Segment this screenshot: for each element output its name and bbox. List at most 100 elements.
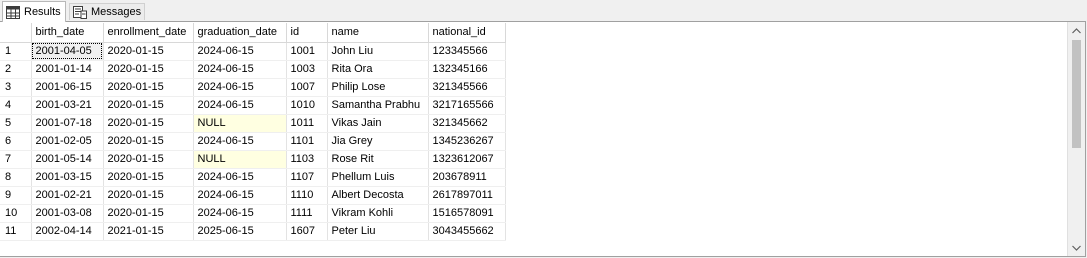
cell-graduation-date[interactable]: 2024-06-15 <box>193 60 287 79</box>
table-row[interactable]: 7 2001-05-14 2020-01-15 NULL 1103 Rose Rit 132… <box>0 150 506 169</box>
cell-graduation-date[interactable]: 2025-06-15 <box>193 222 287 241</box>
cell-birth-date[interactable]: 2001-05-14 <box>31 150 104 169</box>
cell-graduation-date[interactable]: 2024-06-15 <box>193 96 287 115</box>
cell-name[interactable]: Albert Decosta <box>327 186 429 205</box>
cell-birth-date[interactable]: 2001-02-21 <box>31 186 104 205</box>
table-row[interactable]: 3 2001-06-15 2020-01-15 2024-06-15 1007 Phili… <box>0 78 506 97</box>
column-header-graduation-date[interactable]: graduation_date <box>193 23 287 43</box>
cell-national-id[interactable]: 1516578091 <box>428 204 506 223</box>
cell-national-id[interactable]: 2617897011 <box>428 186 506 205</box>
cell-id[interactable]: 1111 <box>286 204 328 223</box>
cell-enrollment-date[interactable]: 2020-01-15 <box>103 168 194 187</box>
cell-id[interactable]: 1101 <box>286 132 328 151</box>
cell-enrollment-date[interactable]: 2020-01-15 <box>103 186 194 205</box>
cell-graduation-date[interactable]: 2024-06-15 <box>193 78 287 97</box>
column-header-id[interactable]: id <box>286 23 328 43</box>
row-number[interactable]: 8 <box>0 168 32 187</box>
row-number[interactable]: 1 <box>0 42 32 61</box>
cell-birth-date[interactable]: 2001-03-15 <box>31 168 104 187</box>
cell-name[interactable]: Rose Rit <box>327 150 429 169</box>
cell-birth-date[interactable]: 2001-01-14 <box>31 60 104 79</box>
cell-graduation-date[interactable]: 2024-06-15 <box>193 186 287 205</box>
cell-enrollment-date[interactable]: 2020-01-15 <box>103 60 194 79</box>
table-row[interactable]: 10 2001-03-08 2020-01-15 2024-06-15 1111 Vikr… <box>0 204 506 223</box>
tab-messages[interactable]: Messages <box>69 3 145 20</box>
table-row[interactable]: 9 2001-02-21 2020-01-15 2024-06-15 1110 Alber… <box>0 186 506 205</box>
cell-id[interactable]: 1011 <box>286 114 328 133</box>
cell-graduation-date[interactable]: 2024-06-15 <box>193 168 287 187</box>
scrollbar-thumb[interactable] <box>1072 40 1081 148</box>
cell-birth-date[interactable]: 2001-06-15 <box>31 78 104 97</box>
cell-enrollment-date[interactable]: 2020-01-15 <box>103 42 194 61</box>
cell-enrollment-date[interactable]: 2020-01-15 <box>103 204 194 223</box>
cell-id[interactable]: 1110 <box>286 186 328 205</box>
cell-national-id[interactable]: 321345566 <box>428 78 506 97</box>
row-number[interactable]: 9 <box>0 186 32 205</box>
cell-id[interactable]: 1001 <box>286 42 328 61</box>
cell-national-id[interactable]: 321345662 <box>428 114 506 133</box>
cell-enrollment-date[interactable]: 2020-01-15 <box>103 132 194 151</box>
cell-national-id[interactable]: 203678911 <box>428 168 506 187</box>
cell-birth-date[interactable]: 2001-07-18 <box>31 114 104 133</box>
vertical-scrollbar[interactable] <box>1067 22 1085 256</box>
cell-id[interactable]: 1010 <box>286 96 328 115</box>
cell-national-id[interactable]: 3217165566 <box>428 96 506 115</box>
cell-graduation-date[interactable]: NULL <box>193 150 287 169</box>
cell-name[interactable]: John Liu <box>327 42 429 61</box>
row-number[interactable]: 7 <box>0 150 32 169</box>
table-row[interactable]: 1 2001-04-05 2020-01-15 2024-06-15 1001 John … <box>0 42 506 61</box>
cell-national-id[interactable]: 3043455662 <box>428 222 506 241</box>
cell-national-id[interactable]: 123345566 <box>428 42 506 61</box>
cell-national-id[interactable]: 132345166 <box>428 60 506 79</box>
column-header-name[interactable]: name <box>327 23 429 43</box>
table-row[interactable]: 6 2001-02-05 2020-01-15 2024-06-15 1101 Jia G… <box>0 132 506 151</box>
cell-name[interactable]: Peter Liu <box>327 222 429 241</box>
chevron-down-icon[interactable] <box>1068 239 1085 256</box>
cell-national-id[interactable]: 1345236267 <box>428 132 506 151</box>
cell-graduation-date[interactable]: 2024-06-15 <box>193 204 287 223</box>
column-header-enrollment-date[interactable]: enrollment_date <box>103 23 194 43</box>
cell-name[interactable]: Philip Lose <box>327 78 429 97</box>
row-number-header[interactable] <box>0 23 32 43</box>
cell-enrollment-date[interactable]: 2020-01-15 <box>103 150 194 169</box>
cell-birth-date[interactable]: 2001-04-05 <box>31 42 104 61</box>
row-number[interactable]: 5 <box>0 114 32 133</box>
cell-enrollment-date[interactable]: 2020-01-15 <box>103 78 194 97</box>
cell-name[interactable]: Jia Grey <box>327 132 429 151</box>
row-number[interactable]: 6 <box>0 132 32 151</box>
row-number[interactable]: 10 <box>0 204 32 223</box>
tab-results[interactable]: Results <box>2 1 66 22</box>
cell-name[interactable]: Vikram Kohli <box>327 204 429 223</box>
table-row[interactable]: 8 2001-03-15 2020-01-15 2024-06-15 1107 Phell… <box>0 168 506 187</box>
cell-enrollment-date[interactable]: 2021-01-15 <box>103 222 194 241</box>
cell-name[interactable]: Vikas Jain <box>327 114 429 133</box>
cell-id[interactable]: 1607 <box>286 222 328 241</box>
row-number[interactable]: 4 <box>0 96 32 115</box>
cell-id[interactable]: 1007 <box>286 78 328 97</box>
column-header-birth-date[interactable]: birth_date <box>31 23 104 43</box>
cell-graduation-date[interactable]: 2024-06-15 <box>193 42 287 61</box>
table-row[interactable]: 2 2001-01-14 2020-01-15 2024-06-15 1003 Rita … <box>0 60 506 79</box>
cell-birth-date[interactable]: 2001-03-08 <box>31 204 104 223</box>
cell-graduation-date[interactable]: 2024-06-15 <box>193 132 287 151</box>
cell-id[interactable]: 1107 <box>286 168 328 187</box>
cell-graduation-date[interactable]: NULL <box>193 114 287 133</box>
cell-enrollment-date[interactable]: 2020-01-15 <box>103 96 194 115</box>
row-number[interactable]: 3 <box>0 78 32 97</box>
table-row[interactable]: 5 2001-07-18 2020-01-15 NULL 1011 Vikas Jain 3… <box>0 114 506 133</box>
table-row[interactable]: 11 2002-04-14 2021-01-15 2025-06-15 1607 Pete… <box>0 222 506 241</box>
row-number[interactable]: 11 <box>0 222 32 241</box>
chevron-up-icon[interactable] <box>1068 22 1085 39</box>
cell-enrollment-date[interactable]: 2020-01-15 <box>103 114 194 133</box>
cell-id[interactable]: 1103 <box>286 150 328 169</box>
cell-name[interactable]: Rita Ora <box>327 60 429 79</box>
cell-birth-date[interactable]: 2001-02-05 <box>31 132 104 151</box>
column-header-national-id[interactable]: national_id <box>428 23 506 43</box>
cell-name[interactable]: Phellum Luis <box>327 168 429 187</box>
cell-birth-date[interactable]: 2002-04-14 <box>31 222 104 241</box>
cell-id[interactable]: 1003 <box>286 60 328 79</box>
cell-name[interactable]: Samantha Prabhu <box>327 96 429 115</box>
row-number[interactable]: 2 <box>0 60 32 79</box>
cell-birth-date[interactable]: 2001-03-21 <box>31 96 104 115</box>
table-row[interactable]: 4 2001-03-21 2020-01-15 2024-06-15 1010 Saman… <box>0 96 506 115</box>
